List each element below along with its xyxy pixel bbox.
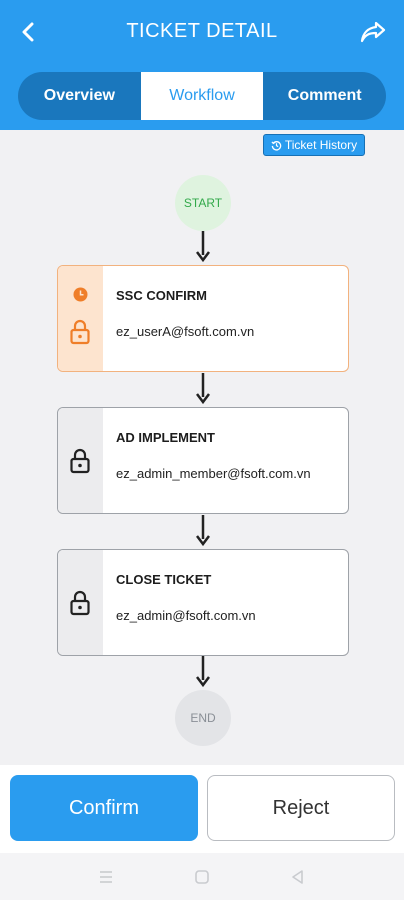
step-title: SSC CONFIRM [116,288,207,303]
flow-arrow [196,515,210,547]
ticket-history-button[interactable]: Ticket History [263,134,365,156]
share-button[interactable] [358,18,388,46]
system-nav-bar [0,853,404,900]
tab-comment[interactable]: Comment [263,72,386,120]
workflow-end-node: END [175,690,231,746]
step-title: AD IMPLEMENT [116,430,215,445]
workflow-start-node: START [175,175,231,231]
step-title: CLOSE TICKET [116,572,212,587]
workflow-step-ssc-confirm[interactable]: SSC CONFIRM ez_userA@fsoft.com.vn [57,265,349,372]
step-assignee: ez_userA@fsoft.com.vn [116,324,255,339]
flow-arrow [196,656,210,688]
page-title: TICKET DETAIL [126,20,278,42]
clock-icon [73,287,88,302]
confirm-button[interactable]: Confirm [10,775,198,841]
ticket-history-label: Ticket History [284,138,358,152]
step-assignee: ez_admin_member@fsoft.com.vn [116,466,311,481]
end-label: END [190,711,216,725]
workflow-step-close-ticket[interactable]: CLOSE TICKET ez_admin@fsoft.com.vn [57,549,349,656]
tab-workflow[interactable]: Workflow [140,72,264,120]
menu-icon[interactable] [96,867,116,887]
action-bar: Confirm Reject [0,765,404,853]
header-bar: TICKET DETAIL Overview Workflow Comment [0,0,404,130]
lock-icon [70,319,90,345]
reject-button[interactable]: Reject [207,775,395,841]
back-triangle-icon[interactable] [288,867,308,887]
lock-icon [70,590,90,616]
tab-overview[interactable]: Overview [18,72,141,120]
step-assignee: ez_admin@fsoft.com.vn [116,608,256,623]
flow-arrow [196,373,210,405]
history-icon [271,140,282,151]
workflow-step-ad-implement[interactable]: AD IMPLEMENT ez_admin_member@fsoft.com.v… [57,407,349,514]
share-arrow-icon [360,21,386,43]
lock-icon [70,448,90,474]
flow-arrow [196,231,210,263]
tab-bar: Overview Workflow Comment [18,72,386,120]
home-square-icon[interactable] [192,867,212,887]
start-label: START [183,196,223,210]
